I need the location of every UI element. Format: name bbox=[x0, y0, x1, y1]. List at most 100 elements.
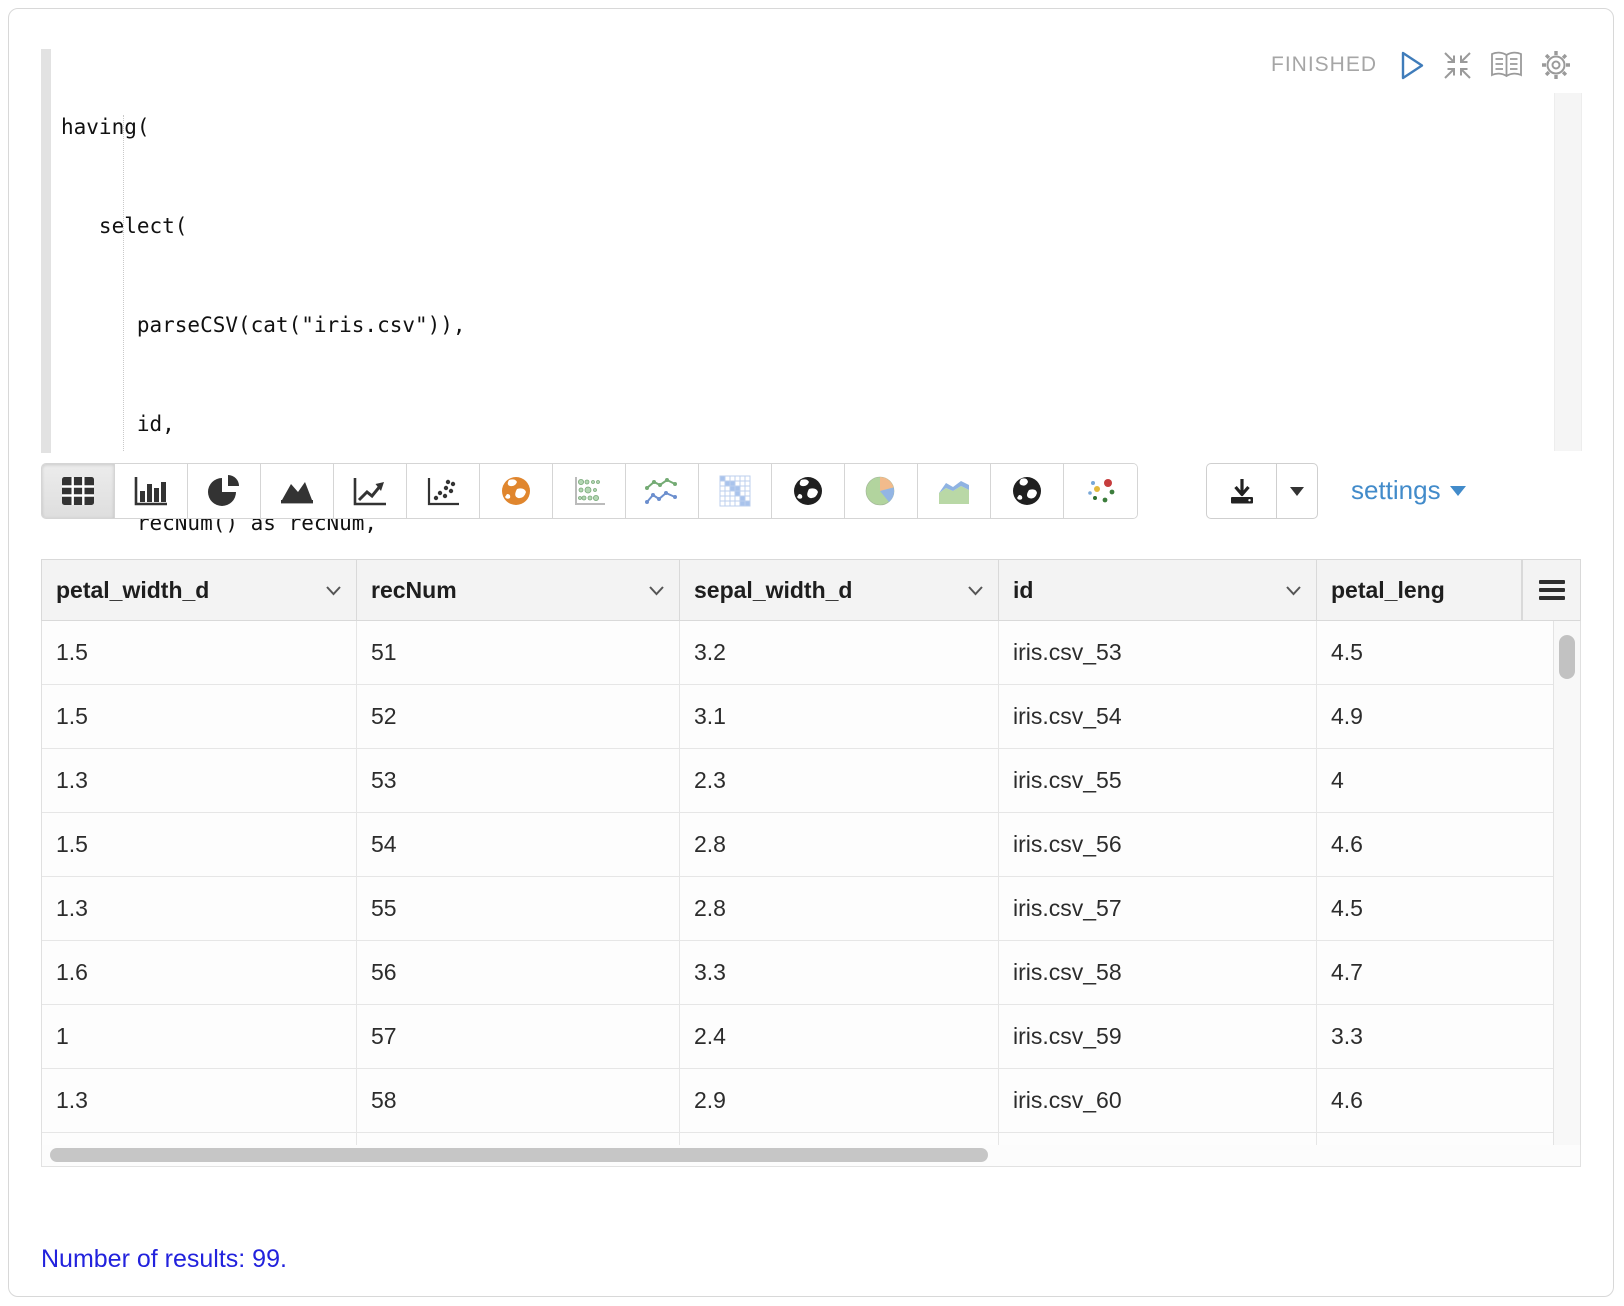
download-icon bbox=[1227, 477, 1257, 506]
table-cell: 2.8 bbox=[680, 813, 999, 876]
table-cell: 1.3 bbox=[42, 1069, 357, 1132]
table-row: 1.5 51 3.2 iris.csv_53 4.5 bbox=[42, 621, 1580, 685]
table-cell: 4.6 bbox=[1317, 813, 1580, 876]
table-cell: 2.9 bbox=[680, 1069, 999, 1132]
table-cell: 57 bbox=[357, 1005, 680, 1068]
table-cell: iris.csv_55 bbox=[999, 749, 1317, 812]
chart-type-line-button[interactable] bbox=[334, 464, 407, 518]
table-cell: 54 bbox=[357, 813, 680, 876]
table-cell: 2.8 bbox=[680, 877, 999, 940]
column-header-recnum[interactable]: recNum bbox=[357, 560, 680, 620]
chart-type-scatter-colored-button[interactable] bbox=[1064, 464, 1137, 518]
open-book-icon bbox=[1489, 51, 1524, 80]
table-row: 1.3 53 2.3 iris.csv_55 4 bbox=[42, 749, 1580, 813]
column-label: id bbox=[1013, 577, 1033, 604]
table-icon bbox=[61, 476, 95, 506]
results-table: petal_width_d recNum sepal_width_d id pe… bbox=[41, 559, 1581, 1167]
column-header-petal-width[interactable]: petal_width_d bbox=[42, 560, 357, 620]
chart-type-globe1-button[interactable] bbox=[772, 464, 845, 518]
chart-type-area-button[interactable] bbox=[261, 464, 334, 518]
table-cell: 52 bbox=[357, 685, 680, 748]
table-cell: 3.2 bbox=[680, 621, 999, 684]
chart-type-scatter-button[interactable] bbox=[407, 464, 480, 518]
table-cell bbox=[680, 1133, 999, 1145]
run-button[interactable] bbox=[1399, 50, 1426, 81]
chart-type-globe2-button[interactable] bbox=[991, 464, 1064, 518]
column-header-id[interactable]: id bbox=[999, 560, 1317, 620]
multi-line-icon bbox=[643, 475, 681, 508]
book-button[interactable] bbox=[1489, 51, 1524, 80]
download-button[interactable] bbox=[1207, 464, 1277, 518]
table-cell: 53 bbox=[357, 749, 680, 812]
gear-icon bbox=[1540, 49, 1572, 81]
globe-dark-icon bbox=[1010, 474, 1044, 508]
chevron-down-icon[interactable] bbox=[967, 585, 984, 596]
settings-toggle[interactable]: settings bbox=[1351, 475, 1466, 506]
settings-gear-button[interactable] bbox=[1540, 49, 1572, 81]
chart-type-area-colored-button[interactable] bbox=[918, 464, 991, 518]
table-cell: iris.csv_58 bbox=[999, 941, 1317, 1004]
table-row-partial bbox=[42, 1133, 1580, 1145]
table-cell: 4 bbox=[1317, 749, 1580, 812]
table-row: 1.3 55 2.8 iris.csv_57 4.5 bbox=[42, 877, 1580, 941]
chevron-down-icon[interactable] bbox=[1285, 585, 1302, 596]
settings-label: settings bbox=[1351, 475, 1441, 506]
chart-type-map-orange-button[interactable] bbox=[480, 464, 553, 518]
paragraph-controls: FINISHED bbox=[1271, 49, 1572, 81]
column-label: petal_leng bbox=[1331, 577, 1445, 604]
vertical-scrollbar-thumb[interactable] bbox=[1559, 635, 1575, 679]
shrink-button[interactable] bbox=[1442, 50, 1473, 81]
table-cell: 4.7 bbox=[1317, 941, 1580, 1004]
column-header-sepal-width[interactable]: sepal_width_d bbox=[680, 560, 999, 620]
hamburger-icon bbox=[1539, 580, 1565, 600]
table-cell: 1.3 bbox=[42, 749, 357, 812]
scatter-colored-icon bbox=[1082, 475, 1120, 508]
table-cell: 4.9 bbox=[1317, 685, 1580, 748]
column-header-petal-length[interactable]: petal_leng bbox=[1317, 560, 1522, 620]
code-line: select( bbox=[61, 210, 529, 243]
globe-dark-icon bbox=[791, 474, 825, 508]
table-cell bbox=[999, 1133, 1317, 1145]
chevron-down-icon[interactable] bbox=[648, 585, 665, 596]
chart-type-pie-button[interactable] bbox=[188, 464, 261, 518]
table-cell: 1.6 bbox=[42, 941, 357, 1004]
code-line: id, bbox=[61, 408, 529, 441]
table-cell: 4.5 bbox=[1317, 621, 1580, 684]
table-horizontal-scrollbar[interactable] bbox=[41, 1145, 1581, 1167]
editor-gutter bbox=[41, 49, 51, 453]
table-cell: 2.4 bbox=[680, 1005, 999, 1068]
chart-type-heatmap-button[interactable] bbox=[699, 464, 772, 518]
pie-chart-icon bbox=[206, 473, 242, 509]
horizontal-scrollbar-thumb[interactable] bbox=[50, 1148, 988, 1162]
heatmap-grid-icon bbox=[718, 474, 752, 508]
play-icon bbox=[1399, 50, 1426, 81]
table-cell: iris.csv_54 bbox=[999, 685, 1317, 748]
table-cell: 58 bbox=[357, 1069, 680, 1132]
table-menu-button[interactable] bbox=[1522, 560, 1580, 620]
table-cell: 1.3 bbox=[42, 877, 357, 940]
chart-type-multi-line-button[interactable] bbox=[626, 464, 699, 518]
column-label: sepal_width_d bbox=[694, 577, 852, 604]
table-cell: iris.csv_57 bbox=[999, 877, 1317, 940]
table-vertical-scrollbar[interactable] bbox=[1553, 621, 1580, 1145]
pie-colored-icon bbox=[863, 473, 899, 509]
shrink-icon bbox=[1442, 50, 1473, 81]
chart-type-table-button[interactable] bbox=[42, 464, 115, 518]
download-split-button bbox=[1206, 463, 1318, 519]
editor-scrollbar[interactable] bbox=[1554, 93, 1582, 451]
chart-type-bubble-grid-button[interactable] bbox=[553, 464, 626, 518]
download-options-button[interactable] bbox=[1277, 464, 1317, 518]
table-cell: 1.5 bbox=[42, 685, 357, 748]
line-chart-icon bbox=[351, 475, 389, 508]
table-row: 1.3 58 2.9 iris.csv_60 4.6 bbox=[42, 1069, 1580, 1133]
caret-down-icon bbox=[1450, 486, 1466, 496]
chart-type-pie-colored-button[interactable] bbox=[845, 464, 918, 518]
chevron-down-icon[interactable] bbox=[325, 585, 342, 596]
table-cell: 3.3 bbox=[1317, 1005, 1580, 1068]
table-cell: 56 bbox=[357, 941, 680, 1004]
table-cell: 1.5 bbox=[42, 621, 357, 684]
table-cell bbox=[357, 1133, 680, 1145]
column-label: recNum bbox=[371, 577, 457, 604]
table-cell bbox=[1317, 1133, 1580, 1145]
chart-type-bar-button[interactable] bbox=[115, 464, 188, 518]
